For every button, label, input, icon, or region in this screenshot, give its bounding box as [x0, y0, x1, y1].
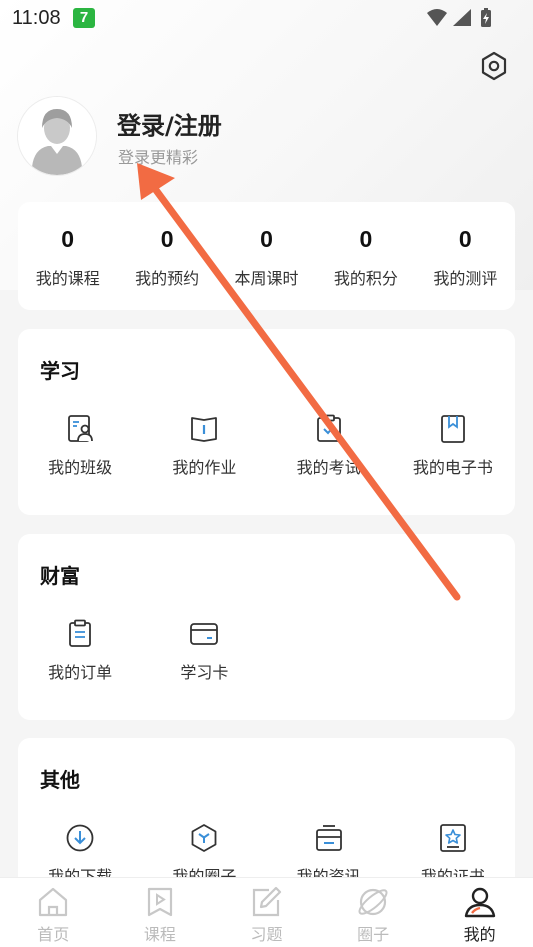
settings-button[interactable] — [477, 49, 511, 83]
stat-value: 0 — [359, 226, 373, 252]
tab-label: 我的 — [463, 925, 496, 944]
my-class-item[interactable]: 我的班级 — [18, 414, 142, 478]
study-card: 学习 我的班级 我的作业 我的考试 我的电子书 — [18, 329, 515, 515]
stat-label: 我的课程 — [35, 269, 100, 288]
grid-label: 我的订单 — [48, 663, 113, 682]
wealth-card: 财富 我的订单 学习卡 — [18, 534, 515, 720]
settings-hexagon-icon — [481, 51, 507, 81]
homework-book-icon — [191, 417, 218, 442]
stat-value: 0 — [61, 226, 75, 252]
status-icons — [427, 8, 491, 27]
certificate-icon — [439, 824, 466, 852]
tab-label: 首页 — [37, 925, 70, 944]
stat-value: 0 — [260, 226, 273, 252]
stat-value: 0 — [160, 226, 174, 252]
news-icon — [315, 825, 342, 851]
grid-label: 我的班级 — [48, 458, 113, 477]
stat-weekly-hours[interactable]: 0 本周课时 — [217, 202, 316, 310]
user-icon — [464, 887, 495, 918]
tab-label: 圈子 — [357, 925, 390, 944]
default-avatar-icon — [18, 97, 96, 175]
stat-my-assessments[interactable]: 0 我的测评 — [416, 202, 515, 310]
bottom-tab-bar: 首页 课程 习题 圈子 我的 — [0, 877, 533, 947]
exam-clipboard-icon — [316, 414, 341, 442]
signal-icon — [453, 9, 471, 26]
section-title-other: 其他 — [40, 768, 80, 792]
stat-label: 我的预约 — [135, 269, 200, 288]
study-grid: 我的班级 我的作业 我的考试 我的电子书 — [18, 414, 515, 478]
exercise-edit-icon — [253, 886, 282, 917]
class-icon — [68, 415, 94, 442]
wealth-grid: 我的订单 学习卡 — [18, 619, 515, 683]
tab-home[interactable]: 首页 — [0, 878, 107, 947]
stat-label: 我的测评 — [433, 269, 498, 288]
course-play-icon — [147, 887, 172, 917]
download-icon — [66, 824, 94, 852]
status-time: 11:08 — [12, 7, 61, 29]
app-notification-icon: 7 — [73, 8, 95, 28]
tab-exercises[interactable]: 习题 — [213, 878, 320, 947]
tab-label: 习题 — [250, 925, 283, 944]
home-icon — [39, 887, 68, 917]
grid-label: 学习卡 — [180, 663, 229, 682]
stat-label: 我的积分 — [333, 269, 398, 288]
avatar[interactable] — [18, 97, 96, 175]
my-orders-item[interactable]: 我的订单 — [18, 619, 142, 683]
ebook-bookmark-icon — [440, 415, 465, 443]
grid-label: 我的作业 — [172, 458, 237, 477]
my-homework-item[interactable]: 我的作业 — [142, 414, 266, 478]
study-card-item[interactable]: 学习卡 — [142, 619, 266, 683]
wifi-icon — [427, 9, 447, 26]
tab-mine[interactable]: 我的 — [426, 878, 533, 947]
status-bar: 11:08 7 — [0, 0, 533, 36]
stat-my-courses[interactable]: 0 我的课程 — [18, 202, 117, 310]
planet-icon — [358, 888, 388, 916]
login-register-link[interactable]: 登录/注册 — [117, 106, 222, 141]
grid-label: 我的电子书 — [412, 458, 493, 477]
login-subtitle: 登录更精彩 — [118, 148, 199, 167]
order-clipboard-icon — [69, 619, 92, 647]
stat-my-appointments[interactable]: 0 我的预约 — [117, 202, 216, 310]
my-ebook-item[interactable]: 我的电子书 — [391, 414, 515, 478]
section-title-wealth: 财富 — [40, 564, 80, 588]
stat-label: 本周课时 — [234, 269, 299, 288]
grid-label: 我的考试 — [296, 458, 361, 477]
tab-courses[interactable]: 课程 — [107, 878, 214, 947]
stat-my-points[interactable]: 0 我的积分 — [316, 202, 415, 310]
stat-value: 0 — [458, 226, 472, 252]
circle-hexagon-icon — [191, 824, 217, 852]
study-card-icon — [190, 623, 219, 645]
tab-circles[interactable]: 圈子 — [320, 878, 427, 947]
my-exam-item[interactable]: 我的考试 — [267, 414, 391, 478]
section-title-study: 学习 — [40, 359, 80, 383]
stats-card: 0 我的课程 0 我的预约 0 本周课时 0 我的积分 0 我的测评 — [18, 202, 515, 310]
tab-label: 课程 — [143, 925, 176, 944]
battery-icon — [481, 8, 491, 27]
